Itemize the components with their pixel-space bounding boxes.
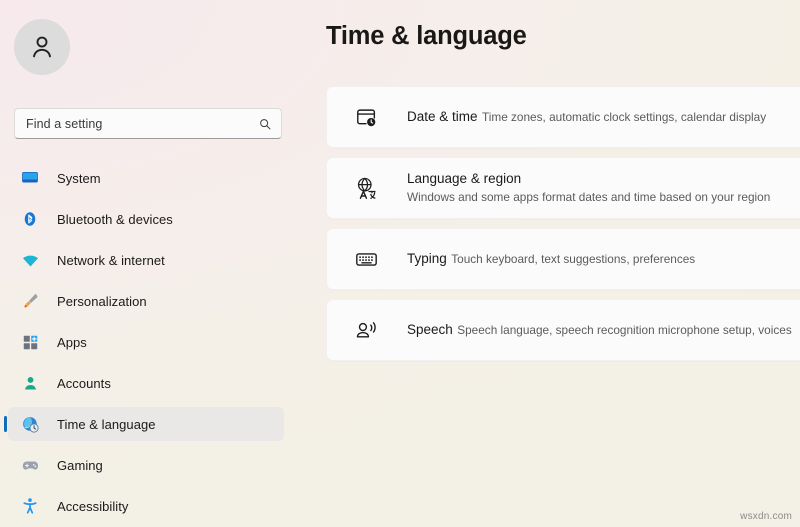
translate-globe-icon bbox=[353, 175, 379, 201]
settings-card-date-time[interactable]: Date & time Time zones, automatic clock … bbox=[326, 86, 800, 148]
search-icon[interactable] bbox=[258, 117, 272, 131]
sidebar-item-label: Accounts bbox=[57, 375, 111, 391]
sidebar-item-bluetooth-devices[interactable]: Bluetooth & devices bbox=[8, 202, 284, 236]
sidebar-item-personalization[interactable]: Personalization bbox=[8, 284, 284, 318]
sidebar-item-label: System bbox=[57, 170, 101, 186]
person-icon bbox=[20, 373, 40, 393]
paintbrush-icon bbox=[20, 291, 40, 311]
sidebar-item-label: Bluetooth & devices bbox=[57, 211, 173, 227]
gamepad-icon bbox=[20, 455, 40, 475]
settings-card-typing[interactable]: Typing Touch keyboard, text suggestions,… bbox=[326, 228, 800, 290]
keyboard-icon bbox=[353, 246, 379, 272]
settings-card-subtitle: Touch keyboard, text suggestions, prefer… bbox=[451, 251, 696, 266]
watermark: wsxdn.com bbox=[740, 511, 792, 522]
sidebar-item-gaming[interactable]: Gaming bbox=[8, 448, 284, 482]
settings-card-text: Language & region Windows and some apps … bbox=[407, 170, 800, 206]
sidebar-item-label: Apps bbox=[57, 334, 87, 350]
settings-card-subtitle: Windows and some apps format dates and t… bbox=[407, 190, 771, 205]
wifi-icon bbox=[20, 250, 40, 270]
page-title: Time & language bbox=[326, 22, 527, 50]
apps-grid-icon bbox=[20, 332, 40, 352]
user-avatar-icon bbox=[33, 36, 51, 58]
settings-card-title: Typing bbox=[407, 250, 447, 266]
settings-card-list: Date & time Time zones, automatic clock … bbox=[326, 86, 800, 361]
sidebar-item-label: Accessibility bbox=[57, 498, 129, 514]
settings-card-title: Speech bbox=[407, 321, 453, 337]
settings-card-title: Language & region bbox=[407, 170, 522, 186]
settings-card-subtitle: Speech language, speech recognition micr… bbox=[457, 322, 792, 337]
sidebar: Find a setting System Bluetooth & device… bbox=[0, 0, 300, 527]
sidebar-item-time-language[interactable]: Time & language bbox=[8, 407, 284, 441]
search-input[interactable]: Find a setting bbox=[14, 108, 282, 139]
sidebar-nav: System Bluetooth & devices Network & int… bbox=[0, 161, 300, 523]
monitor-icon bbox=[20, 168, 40, 188]
sidebar-item-network-internet[interactable]: Network & internet bbox=[8, 243, 284, 277]
speech-person-icon bbox=[353, 317, 379, 343]
settings-card-text: Speech Speech language, speech recogniti… bbox=[407, 321, 792, 339]
sidebar-item-label: Gaming bbox=[57, 457, 103, 473]
main-content: Time & language Date & time Time zones, … bbox=[300, 0, 800, 527]
bluetooth-icon bbox=[20, 209, 40, 229]
search-placeholder: Find a setting bbox=[26, 116, 103, 131]
sidebar-item-label: Network & internet bbox=[57, 252, 165, 268]
globe-clock-icon bbox=[20, 414, 40, 434]
settings-card-text: Date & time Time zones, automatic clock … bbox=[407, 108, 766, 126]
sidebar-item-system[interactable]: System bbox=[8, 161, 284, 195]
settings-card-speech[interactable]: Speech Speech language, speech recogniti… bbox=[326, 299, 800, 361]
settings-card-language-region[interactable]: Language & region Windows and some apps … bbox=[326, 157, 800, 219]
settings-card-subtitle: Time zones, automatic clock settings, ca… bbox=[481, 109, 767, 124]
accessibility-icon bbox=[20, 496, 40, 516]
settings-card-title: Date & time bbox=[407, 108, 478, 124]
sidebar-item-accounts[interactable]: Accounts bbox=[8, 366, 284, 400]
sidebar-item-label: Personalization bbox=[57, 293, 147, 309]
calendar-clock-icon bbox=[353, 104, 379, 130]
settings-window: Find a setting System Bluetooth & device… bbox=[0, 0, 800, 527]
avatar[interactable] bbox=[14, 19, 70, 75]
settings-card-text: Typing Touch keyboard, text suggestions,… bbox=[407, 250, 695, 268]
sidebar-item-apps[interactable]: Apps bbox=[8, 325, 284, 359]
sidebar-item-label: Time & language bbox=[57, 416, 156, 432]
sidebar-item-accessibility[interactable]: Accessibility bbox=[8, 489, 284, 523]
